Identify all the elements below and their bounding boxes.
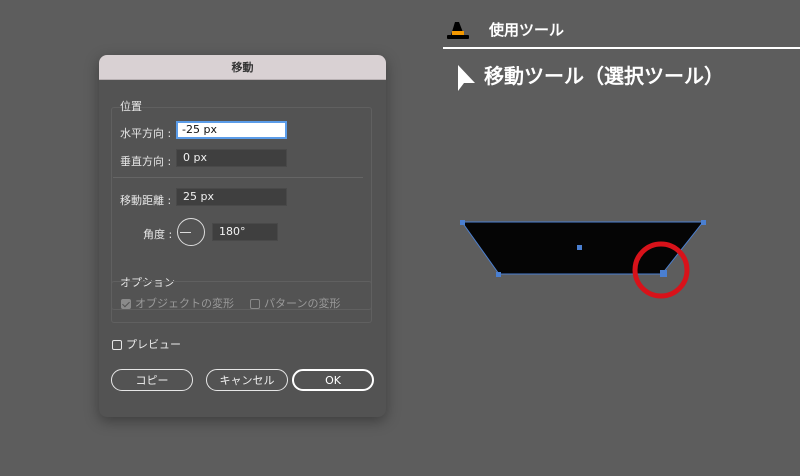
copy-button[interactable]: コピー <box>111 369 193 391</box>
anchor-bottom-right <box>660 270 667 277</box>
angle-input[interactable]: 180° <box>212 223 278 241</box>
transform-objects-label: オブジェクトの変形 <box>135 297 234 310</box>
angle-label: 角度 : <box>143 228 173 241</box>
angle-dial-icon[interactable] <box>177 218 205 246</box>
dialog-title: 移動 <box>231 61 254 74</box>
transform-objects-checkbox[interactable] <box>121 299 131 309</box>
heading-rule <box>443 47 800 49</box>
arrow-cursor-icon <box>458 65 475 91</box>
transform-patterns-option: パターンの変形 <box>250 295 340 311</box>
anchor-top-left <box>460 220 465 225</box>
transform-patterns-checkbox[interactable] <box>250 299 260 309</box>
cancel-button[interactable]: キャンセル <box>206 369 288 391</box>
horizontal-label: 水平方向 : <box>120 127 172 140</box>
center-point <box>577 245 582 250</box>
preview-label: プレビュー <box>126 338 181 351</box>
tool-used-heading: 使用ツール <box>489 21 565 39</box>
preview-checkbox[interactable] <box>112 340 122 350</box>
vertical-label: 垂直方向 : <box>120 155 172 168</box>
group-divider <box>113 177 363 178</box>
dialog-titlebar[interactable]: 移動 <box>99 55 386 80</box>
horizontal-input[interactable]: -25 px <box>176 121 287 139</box>
witch-hat-icon <box>447 22 469 39</box>
tool-name-heading: 移動ツール（選択ツール） <box>484 64 724 88</box>
anchor-top-right <box>701 220 706 225</box>
distance-input[interactable]: 25 px <box>176 188 287 206</box>
vertical-input[interactable]: 0 px <box>176 149 287 167</box>
anchor-bottom-left <box>496 272 501 277</box>
preview-option: プレビュー <box>112 336 181 352</box>
transform-objects-option: オブジェクトの変形 <box>121 295 234 311</box>
move-dialog: 移動 位置 水平方向 : -25 px 垂直方向 : 0 px 移動距離 : 2… <box>99 55 386 417</box>
ok-button[interactable]: OK <box>292 369 374 391</box>
distance-label: 移動距離 : <box>120 194 172 207</box>
selected-shape-artwork <box>460 220 706 299</box>
transform-patterns-label: パターンの変形 <box>264 297 341 310</box>
position-legend: 位置 <box>120 100 142 113</box>
trapezoid-shape <box>461 221 705 275</box>
